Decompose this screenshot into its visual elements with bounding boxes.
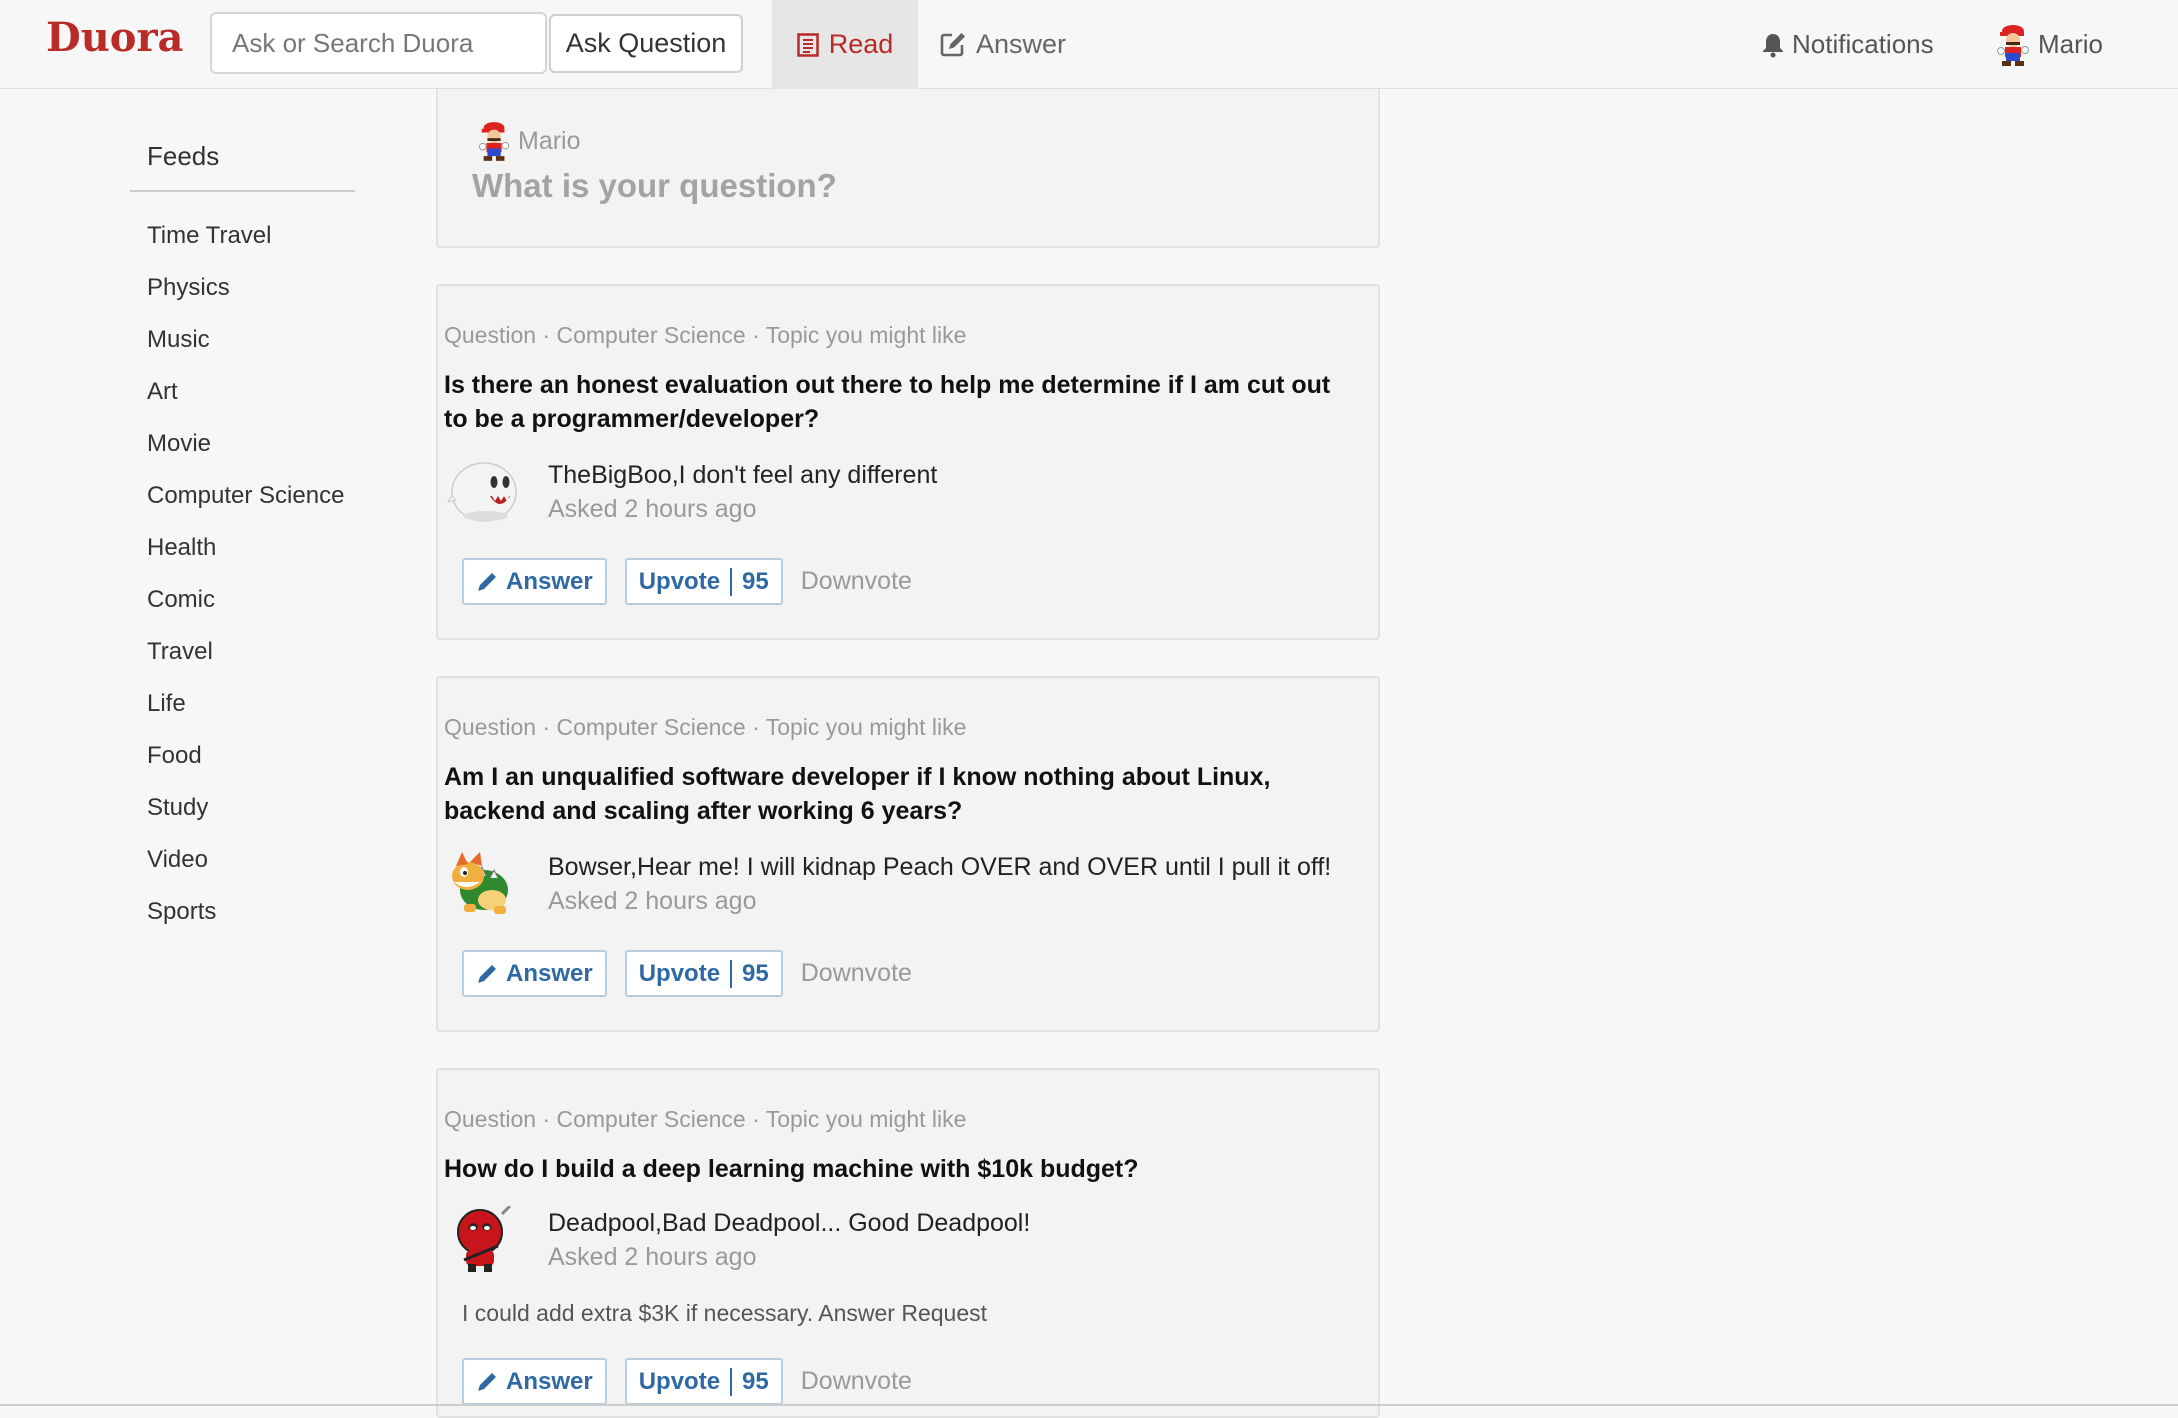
nav-read-label: Read	[828, 29, 894, 59]
answer-edit-icon	[940, 32, 965, 56]
sidebar-item-movie[interactable]: Movie	[130, 418, 355, 470]
notifications-link[interactable]: Notifications	[1762, 0, 1934, 89]
question-meta: Question · Computer Science · Topic you …	[444, 322, 967, 348]
author-tagline: I don't feel any different	[678, 461, 938, 489]
question-card: Question · Computer Science · Topic you …	[436, 1068, 1380, 1418]
nav-answer-label: Answer	[976, 29, 1067, 59]
downvote-link[interactable]: Downvote	[801, 1367, 912, 1396]
bottom-divider	[0, 1404, 2178, 1406]
downvote-link[interactable]: Downvote	[801, 959, 912, 988]
question-meta: Question · Computer Science · Topic you …	[444, 1106, 967, 1132]
upvote-count: 95	[730, 959, 769, 988]
sidebar-item-art[interactable]: Art	[130, 366, 355, 418]
author-name[interactable]: Deadpool,	[548, 1209, 662, 1237]
search-input[interactable]	[210, 12, 547, 74]
read-icon	[796, 32, 819, 57]
sidebar-item-comic[interactable]: Comic	[130, 574, 355, 626]
boo-avatar	[446, 462, 517, 522]
question-title[interactable]: How do I build a deep learning machine w…	[444, 1152, 1354, 1186]
sidebar-item-music[interactable]: Music	[130, 314, 355, 366]
mario-avatar	[1997, 24, 2029, 66]
deadpool-avatar	[457, 1206, 512, 1272]
nav-answer-tab[interactable]: Answer	[940, 0, 1066, 89]
user-profile-link[interactable]: Mario	[1996, 0, 2103, 89]
asked-time: Asked 2 hours ago	[548, 1243, 757, 1271]
question-actions: Answer Upvote 95 Downvote	[462, 950, 912, 997]
upvote-button[interactable]: Upvote 95	[624, 1358, 783, 1405]
sidebar-item-health[interactable]: Health	[130, 522, 355, 574]
question-detail[interactable]: I could add extra $3K if necessary. Answ…	[462, 1300, 987, 1327]
question-author: Bowser,Hear me! I will kidnap Peach OVER…	[446, 850, 1331, 918]
notifications-label: Notifications	[1792, 29, 1934, 59]
ask-box-prompt[interactable]: What is your question?	[472, 167, 837, 205]
sidebar-item-physics[interactable]: Physics	[130, 262, 355, 314]
nav-read-tab[interactable]: Read	[772, 0, 918, 89]
answer-button[interactable]: Answer	[462, 558, 607, 605]
question-card: Question · Computer Science · Topic you …	[436, 676, 1380, 1032]
answer-button[interactable]: Answer	[462, 1358, 607, 1405]
user-name: Mario	[2038, 29, 2104, 59]
sidebar-item-travel[interactable]: Travel	[130, 626, 355, 678]
author-name[interactable]: Bowser,	[548, 853, 637, 881]
feeds-title: Feeds	[130, 135, 355, 192]
answer-button[interactable]: Answer	[462, 950, 607, 997]
ask-question-box[interactable]: Mario What is your question?	[436, 89, 1380, 248]
question-author: TheBigBoo,I don't feel any different Ask…	[446, 458, 937, 526]
feeds-sidebar: Feeds Time Travel Physics Music Art Movi…	[130, 135, 355, 938]
bell-icon	[1763, 33, 1783, 57]
pencil-icon	[478, 964, 496, 983]
upvote-count: 95	[730, 567, 769, 596]
sidebar-item-study[interactable]: Study	[130, 782, 355, 834]
ask-box-user-name: Mario	[518, 126, 581, 155]
question-meta: Question · Computer Science · Topic you …	[444, 714, 967, 740]
upvote-button[interactable]: Upvote 95	[624, 558, 783, 605]
asked-time: Asked 2 hours ago	[548, 495, 757, 523]
upvote-count: 95	[730, 1367, 769, 1396]
bowser-avatar	[452, 852, 508, 914]
author-tagline: Hear me! I will kidnap Peach OVER and OV…	[636, 853, 1332, 881]
ask-question-button[interactable]: Ask Question	[549, 14, 743, 73]
sidebar-item-video[interactable]: Video	[130, 834, 355, 886]
feeds-list: Time Travel Physics Music Art Movie Comp…	[130, 210, 355, 938]
downvote-link[interactable]: Downvote	[801, 567, 912, 596]
author-tagline: Bad Deadpool... Good Deadpool!	[661, 1209, 1031, 1237]
upvote-button[interactable]: Upvote 95	[624, 950, 783, 997]
pencil-icon	[478, 572, 496, 591]
question-title[interactable]: Am I an unqualified software developer i…	[444, 760, 1354, 828]
mario-avatar	[478, 122, 510, 161]
author-name[interactable]: TheBigBoo,	[548, 461, 679, 489]
question-author: Deadpool,Bad Deadpool... Good Deadpool! …	[446, 1206, 1030, 1274]
sidebar-item-sports[interactable]: Sports	[130, 886, 355, 938]
duora-logo[interactable]: Duora	[46, 14, 183, 61]
question-title[interactable]: Is there an honest evaluation out there …	[444, 368, 1354, 436]
sidebar-item-computer-science[interactable]: Computer Science	[130, 470, 355, 522]
sidebar-item-life[interactable]: Life	[130, 678, 355, 730]
question-actions: Answer Upvote 95 Downvote	[462, 1358, 912, 1405]
top-navigation-bar: Duora Ask Question Read Answer Notificat…	[0, 0, 2178, 89]
ask-box-user: Mario	[478, 119, 581, 163]
sidebar-item-time-travel[interactable]: Time Travel	[130, 210, 355, 262]
pencil-icon	[478, 1372, 496, 1391]
question-actions: Answer Upvote 95 Downvote	[462, 558, 912, 605]
asked-time: Asked 2 hours ago	[548, 887, 757, 915]
sidebar-item-food[interactable]: Food	[130, 730, 355, 782]
question-card: Question · Computer Science · Topic you …	[436, 284, 1380, 640]
